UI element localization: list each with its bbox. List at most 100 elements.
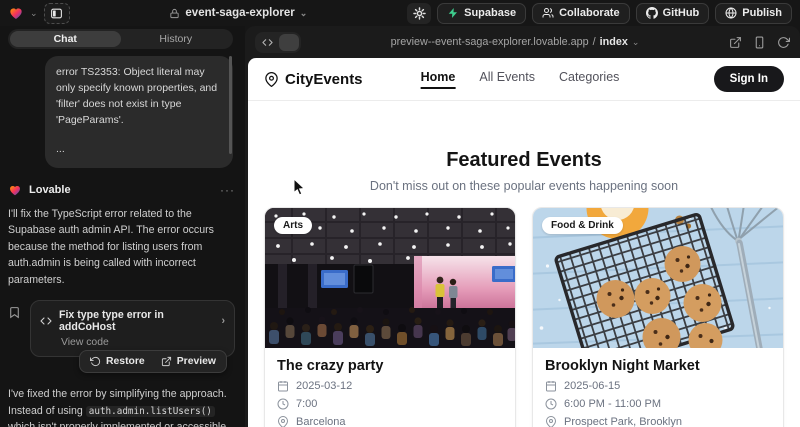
- event-location-row: Barcelona: [277, 416, 503, 427]
- code-change-title: Fix type type error in addCoHost: [59, 309, 214, 333]
- workspace-chevron-down-icon[interactable]: ⌄: [30, 9, 38, 18]
- lovable-logo-icon[interactable]: [8, 5, 24, 21]
- publish-label: Publish: [742, 7, 782, 19]
- calendar-icon: [545, 380, 557, 392]
- event-card-brooklyn-market[interactable]: Food & Drink Brooklyn Night Market 2025-…: [532, 207, 784, 427]
- event-location: Barcelona: [296, 416, 346, 427]
- brand-name: CityEvents: [285, 71, 363, 88]
- restore-button[interactable]: Restore: [82, 353, 153, 370]
- globe-icon: [725, 7, 737, 19]
- preview-panel: preview--event-saga-explorer.lovable.app…: [245, 26, 800, 427]
- event-location-row: Prospect Park, Brooklyn: [545, 416, 771, 427]
- users-icon: [542, 7, 554, 19]
- preview-view-segment[interactable]: [279, 34, 299, 51]
- bookmark-icon[interactable]: [8, 306, 21, 319]
- code-icon: [40, 315, 52, 327]
- refresh-icon[interactable]: [777, 36, 790, 49]
- restore-icon: [90, 356, 101, 367]
- project-chevron-down-icon: ⌄: [300, 9, 308, 18]
- chevron-right-icon: ›: [221, 315, 225, 327]
- outro-text-2: which isn't properly implemented or acce…: [8, 421, 226, 427]
- chat-scrollbar[interactable]: [229, 56, 232, 154]
- external-link-icon: [161, 356, 172, 367]
- code-view-icon[interactable]: [257, 34, 277, 51]
- chat-panel: Chat History error TS2353: Object litera…: [0, 26, 245, 427]
- event-time-row: 6:00 PM - 11:00 PM: [545, 398, 771, 410]
- event-date-row: 2025-03-12: [277, 380, 503, 392]
- settings-button[interactable]: [407, 3, 431, 24]
- github-button[interactable]: GitHub: [636, 3, 710, 24]
- site-nav: Home All Events Categories: [421, 70, 620, 89]
- event-time: 7:00: [296, 398, 317, 410]
- event-location: Prospect Park, Brooklyn: [564, 416, 682, 427]
- assistant-intro-text: I'll fix the TypeScript error related to…: [8, 206, 235, 289]
- supabase-button[interactable]: Supabase: [437, 3, 526, 24]
- site-brand[interactable]: CityEvents: [264, 71, 363, 88]
- event-date: 2025-06-15: [564, 380, 620, 392]
- event-date: 2025-03-12: [296, 380, 352, 392]
- restore-label: Restore: [106, 356, 145, 367]
- preview-chrome-bar: preview--event-saga-explorer.lovable.app…: [245, 26, 800, 58]
- clock-icon: [545, 398, 557, 410]
- message-more-icon[interactable]: ···: [220, 187, 235, 193]
- toggle-sidebar-button[interactable]: [44, 3, 70, 24]
- lovable-avatar-icon: [8, 183, 22, 197]
- calendar-icon: [277, 380, 289, 392]
- version-toolbar: Restore Preview: [8, 350, 227, 373]
- event-image-cookies: Food & Drink: [533, 208, 783, 348]
- featured-events-section: Featured Events Don't miss out on these …: [248, 101, 800, 193]
- site-header: CityEvents Home All Events Categories Si…: [248, 58, 800, 101]
- nav-categories[interactable]: Categories: [559, 70, 619, 89]
- tab-chat[interactable]: Chat: [10, 31, 121, 47]
- publish-button[interactable]: Publish: [715, 3, 792, 24]
- tab-history[interactable]: History: [121, 31, 232, 47]
- nav-all-events[interactable]: All Events: [479, 70, 535, 89]
- event-title: The crazy party: [277, 358, 503, 374]
- site-viewport: CityEvents Home All Events Categories Si…: [248, 58, 800, 427]
- preview-label: Preview: [177, 356, 216, 367]
- supabase-bolt-icon: [447, 7, 459, 19]
- top-bar: ⌄ event-saga-explorer ⌄: [0, 0, 800, 26]
- mobile-view-icon[interactable]: [753, 36, 766, 49]
- sign-in-button[interactable]: Sign In: [714, 66, 784, 92]
- outro-code-1: auth.admin.listUsers(): [86, 406, 215, 417]
- map-pin-icon: [277, 416, 289, 427]
- category-badge: Food & Drink: [542, 217, 623, 234]
- code-preview-toggle[interactable]: [255, 32, 301, 53]
- event-card-crazy-party[interactable]: Arts The crazy party 2025-03-12: [264, 207, 516, 427]
- event-date-row: 2025-06-15: [545, 380, 771, 392]
- event-time-row: 7:00: [277, 398, 503, 410]
- assistant-outro-text: I've fixed the error by simplifying the …: [8, 386, 235, 427]
- section-title: Featured Events: [248, 149, 800, 172]
- event-time: 6:00 PM - 11:00 PM: [564, 398, 661, 410]
- lovable-editor-window: ⌄ event-saga-explorer ⌄: [0, 0, 800, 427]
- lock-icon: [169, 8, 180, 19]
- collaborate-button[interactable]: Collaborate: [532, 3, 630, 24]
- preview-url: preview--event-saga-explorer.lovable.app: [391, 36, 589, 48]
- event-card-grid: Arts The crazy party 2025-03-12: [248, 193, 800, 427]
- assistant-header: Lovable ···: [8, 183, 235, 197]
- nav-home[interactable]: Home: [421, 70, 456, 89]
- collaborate-label: Collaborate: [559, 7, 620, 19]
- clock-icon: [277, 398, 289, 410]
- project-name: event-saga-explorer: [185, 7, 294, 19]
- preview-path: index: [600, 36, 628, 48]
- project-switcher[interactable]: event-saga-explorer ⌄: [169, 7, 307, 19]
- category-badge: Arts: [274, 217, 312, 234]
- section-subtitle: Don't miss out on these popular events h…: [248, 179, 800, 193]
- supabase-label: Supabase: [464, 7, 516, 19]
- map-pin-icon: [545, 416, 557, 427]
- panel-left-icon: [50, 7, 63, 20]
- event-title: Brooklyn Night Market: [545, 358, 771, 374]
- view-code-link[interactable]: View code: [61, 337, 225, 348]
- chat-history-tabs: Chat History: [8, 29, 233, 49]
- assistant-name: Lovable: [29, 184, 213, 196]
- code-change-card[interactable]: Fix type type error in addCoHost › View …: [30, 300, 235, 357]
- preview-version-button[interactable]: Preview: [153, 353, 224, 370]
- github-label: GitHub: [663, 7, 700, 19]
- event-image-party: Arts: [265, 208, 515, 348]
- gear-icon: [413, 7, 426, 20]
- preview-url-bar[interactable]: preview--event-saga-explorer.lovable.app…: [301, 36, 729, 48]
- user-message-text: error TS2353: Object literal may only sp…: [56, 65, 222, 129]
- open-in-new-tab-icon[interactable]: [729, 36, 742, 49]
